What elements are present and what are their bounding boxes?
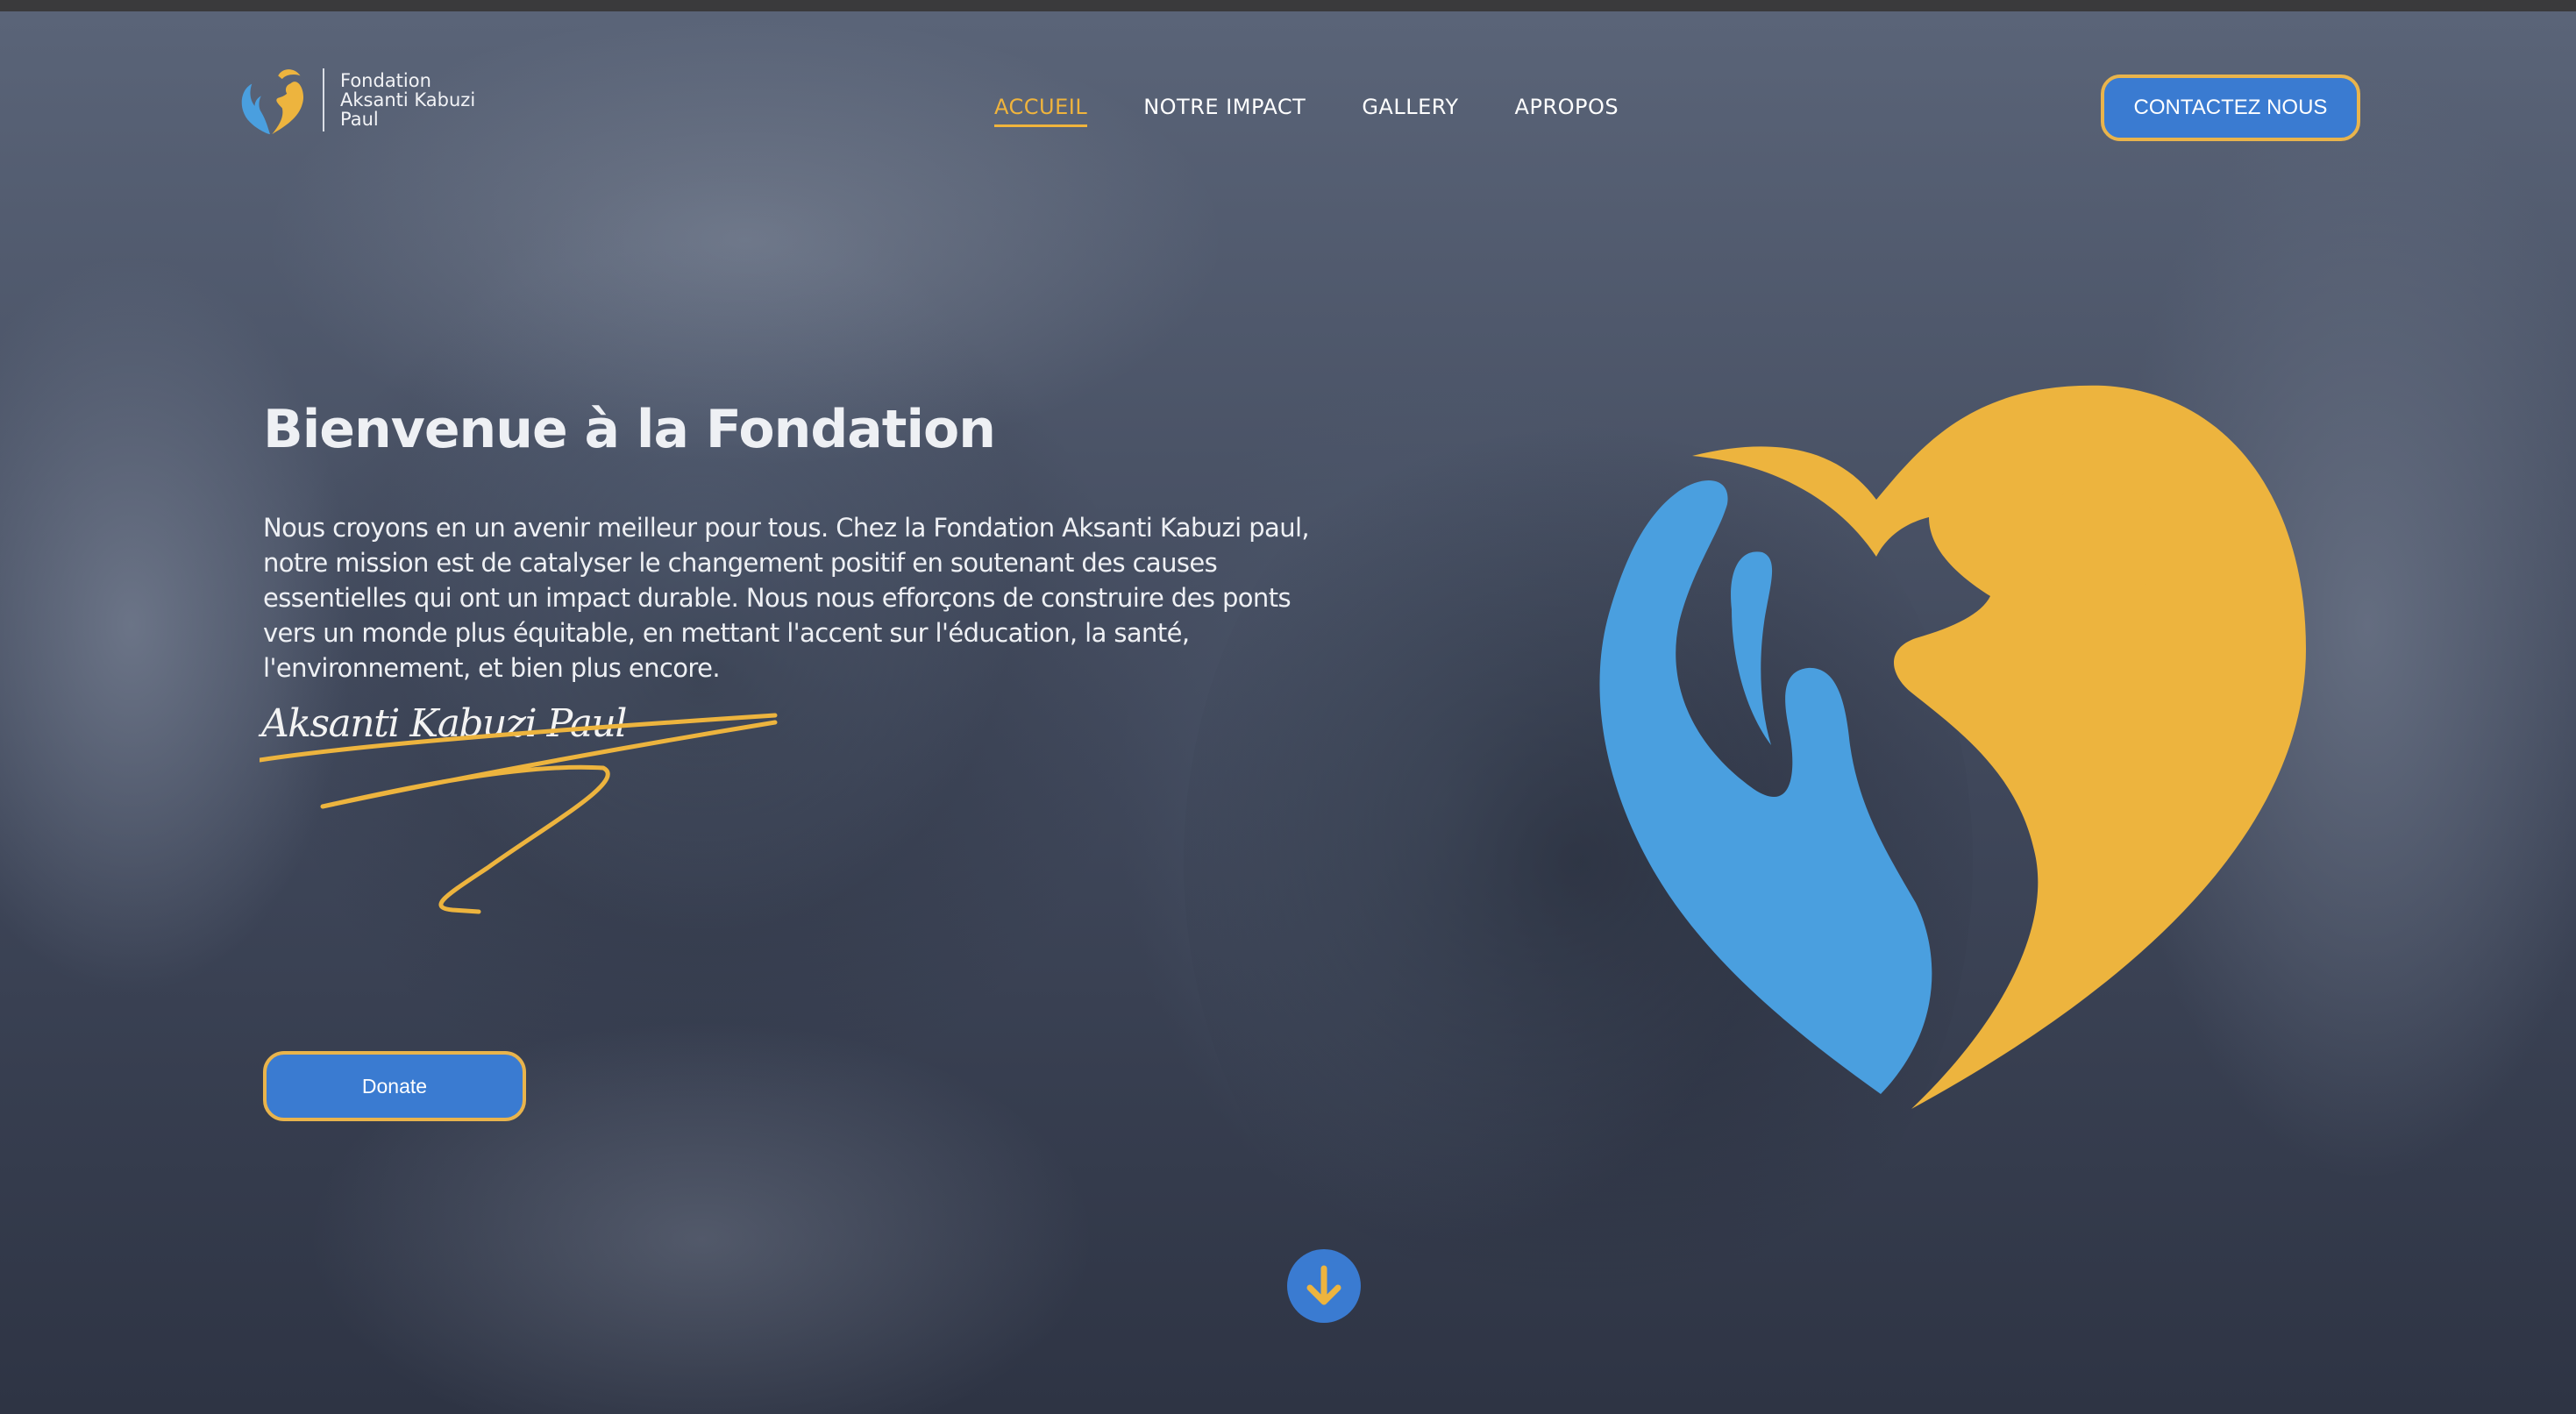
scroll-down-button[interactable]: [1287, 1249, 1361, 1323]
main-nav: ACCUEIL NOTRE IMPACT GALLERY APROPOS: [994, 95, 1619, 127]
brand-name-line: Aksanti Kabuzi: [340, 89, 476, 110]
logo-divider: [323, 68, 324, 131]
signature-scribble: [260, 713, 778, 914]
hero-lead-text: Nous croyons en un avenir meilleur pour …: [263, 513, 1310, 683]
nav-item-apropos[interactable]: APROPOS: [1515, 95, 1619, 127]
contact-button[interactable]: CONTACTEZ NOUS: [2101, 75, 2360, 141]
brand-name-line: Paul: [340, 109, 379, 130]
nav-item-accueil[interactable]: ACCUEIL: [994, 95, 1088, 127]
nav-item-notre-impact[interactable]: NOTRE IMPACT: [1143, 95, 1306, 127]
hero-title: Bienvenue à la Fondation: [263, 399, 996, 460]
browser-top-strip: [0, 0, 2576, 11]
brand-name: Fondation Aksanti Kabuzi Paul: [340, 71, 489, 129]
donate-button[interactable]: Donate: [263, 1051, 526, 1121]
brand-name-line: Fondation: [340, 70, 431, 91]
heart-hands-person-icon: [241, 69, 304, 135]
nav-item-gallery[interactable]: GALLERY: [1362, 95, 1458, 127]
heart-hands-person-icon: [1599, 385, 2306, 1109]
arrow-down-icon: [1306, 1265, 1341, 1305]
site-logo[interactable]: Fondation Aksanti Kabuzi Paul: [230, 60, 489, 140]
